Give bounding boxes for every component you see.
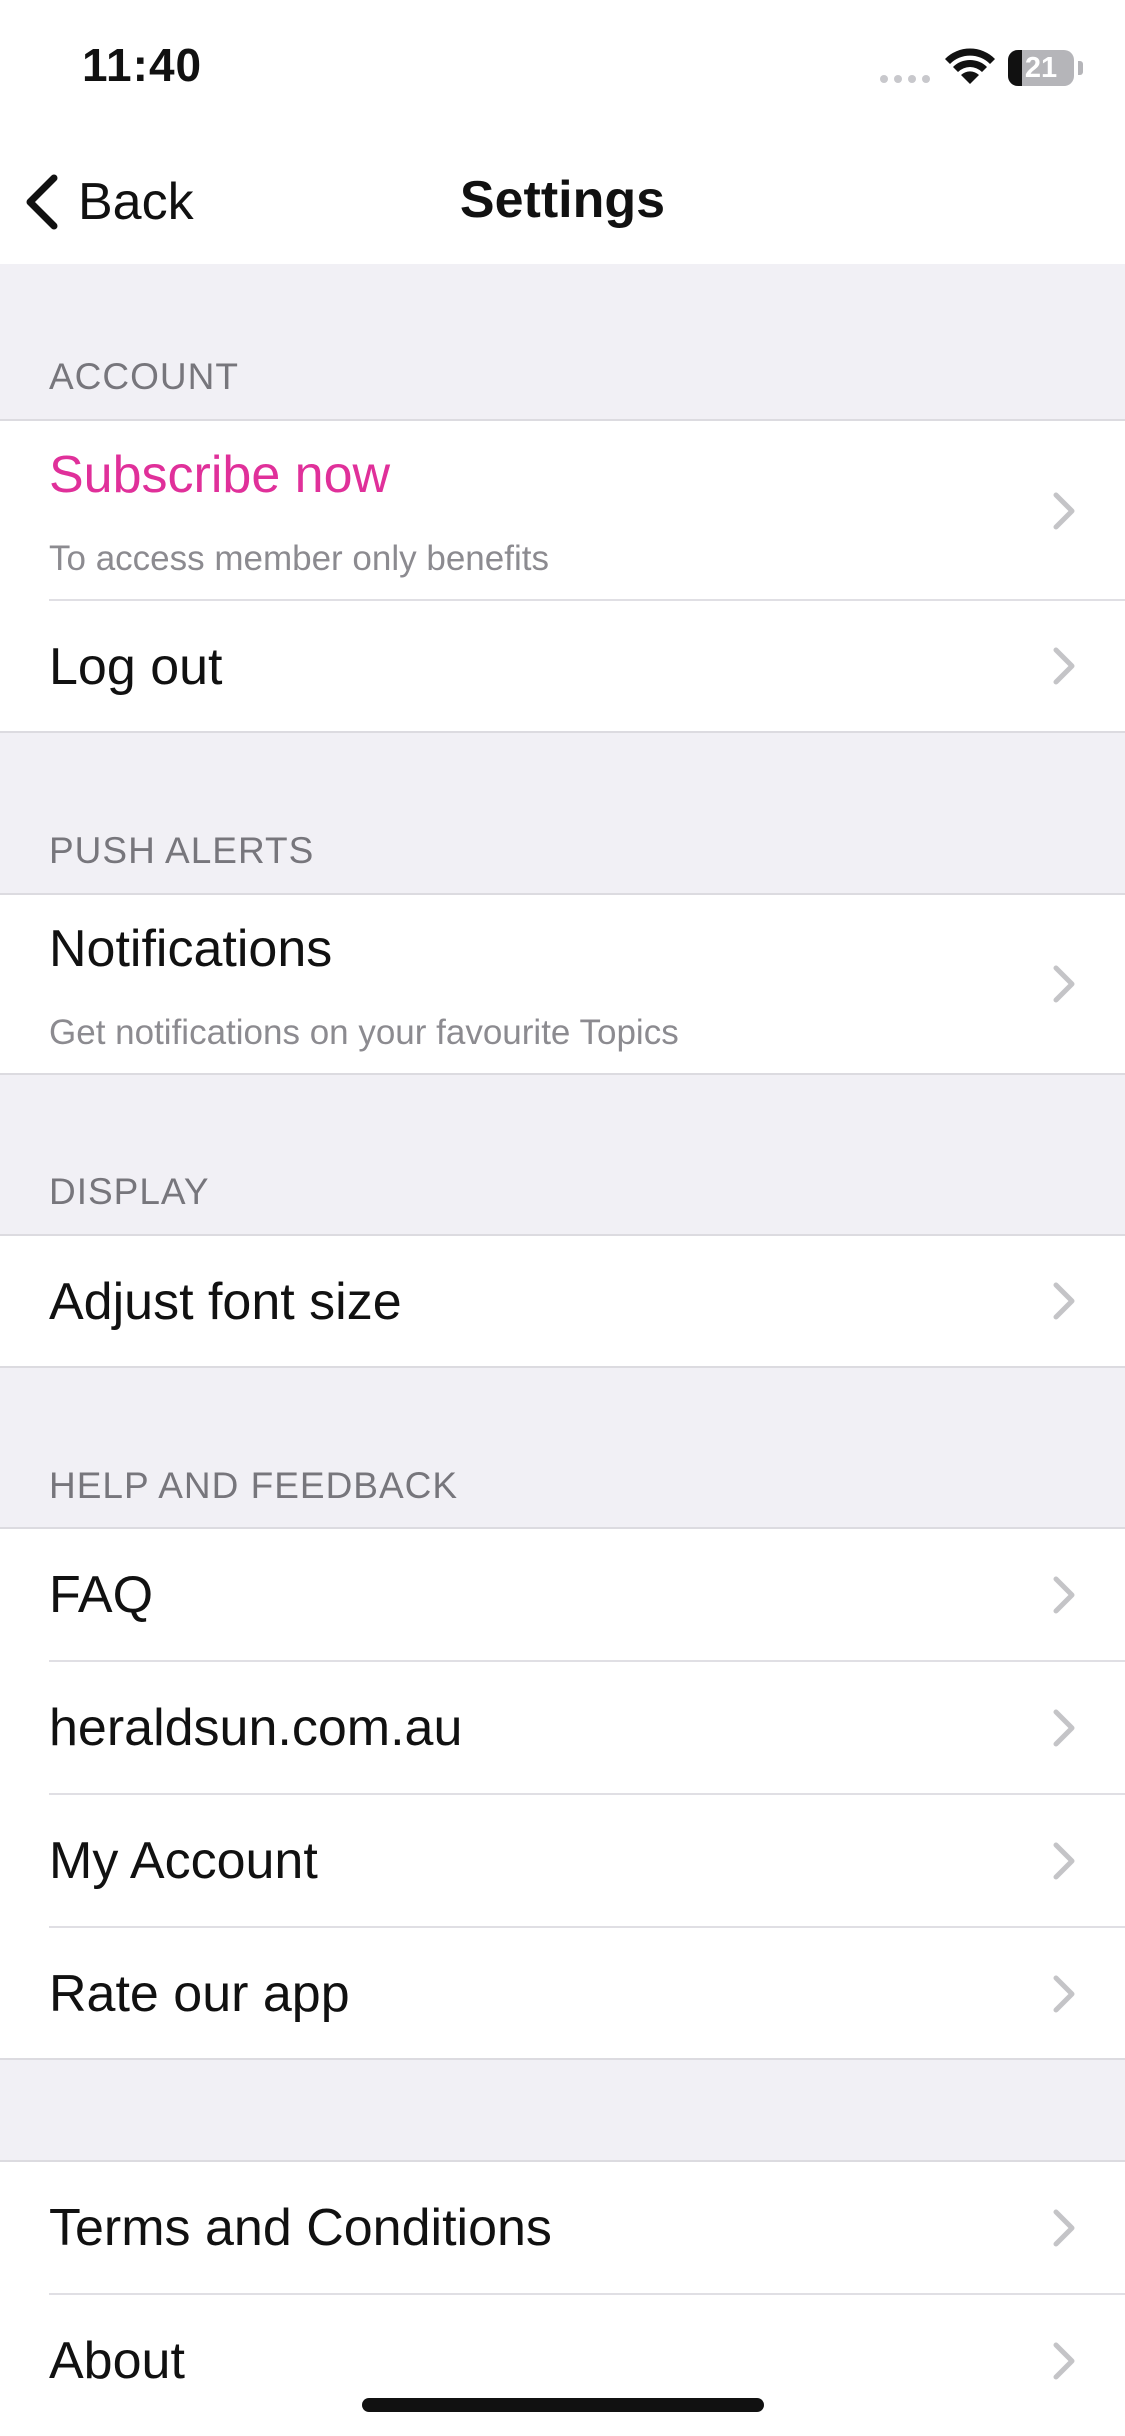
battery-nub (1078, 61, 1083, 75)
display-group: Adjust font size (0, 1234, 1125, 1368)
notifications-title: Notifications (49, 920, 333, 978)
section-header-help: HELP AND FEEDBACK (49, 1465, 459, 1506)
website-row[interactable]: heraldsun.com.au (0, 1662, 1125, 1795)
faq-title: FAQ (49, 1566, 154, 1624)
home-indicator[interactable] (362, 2398, 764, 2412)
chevron-right-icon (1053, 492, 1075, 530)
account-group: Subscribe now To access member only bene… (0, 419, 1125, 733)
status-time: 11:40 (82, 39, 203, 91)
my-account-title: My Account (49, 1832, 318, 1890)
section-header-display: DISPLAY (49, 1171, 210, 1212)
navigation-bar: Back Settings (0, 140, 1125, 264)
subscribe-subtitle: To access member only benefits (49, 539, 549, 578)
terms-row[interactable]: Terms and Conditions (0, 2162, 1125, 2295)
chevron-right-icon (1053, 2342, 1075, 2380)
section-header-account: ACCOUNT (49, 356, 239, 397)
page-title: Settings (459, 171, 666, 229)
chevron-right-icon (1053, 1709, 1075, 1747)
notifications-row[interactable]: Notifications Get notifications on your … (0, 895, 1125, 1073)
battery-icon: 21 (1008, 50, 1074, 86)
chevron-right-icon (1053, 647, 1075, 685)
rate-app-row[interactable]: Rate our app (0, 1928, 1125, 2058)
rate-app-title: Rate our app (49, 1965, 350, 2023)
my-account-row[interactable]: My Account (0, 1795, 1125, 1928)
notifications-subtitle: Get notifications on your favourite Topi… (49, 1013, 679, 1052)
chevron-right-icon (1053, 2209, 1075, 2247)
chevron-right-icon (1053, 1842, 1075, 1880)
faq-row[interactable]: FAQ (0, 1529, 1125, 1662)
status-bar: 11:40 21 (0, 0, 1125, 140)
chevron-right-icon (1053, 965, 1075, 1003)
legal-group: Terms and Conditions About (0, 2160, 1125, 2436)
adjust-font-size-title: Adjust font size (49, 1273, 402, 1331)
adjust-font-size-row[interactable]: Adjust font size (0, 1236, 1125, 1366)
logout-row[interactable]: Log out (0, 601, 1125, 731)
subscribe-title: Subscribe now (49, 446, 391, 504)
logout-title: Log out (49, 638, 223, 696)
chevron-right-icon (1053, 1282, 1075, 1320)
help-group: FAQ heraldsun.com.au My Account Rate our… (0, 1527, 1125, 2060)
chevron-right-icon (1053, 1975, 1075, 2013)
battery-level: 21 (1024, 52, 1058, 84)
subscribe-row[interactable]: Subscribe now To access member only bene… (0, 421, 1125, 601)
chevron-right-icon (1053, 1576, 1075, 1614)
section-header-push-alerts: PUSH ALERTS (49, 830, 315, 871)
push-alerts-group: Notifications Get notifications on your … (0, 893, 1125, 1075)
website-title: heraldsun.com.au (49, 1699, 463, 1757)
about-title: About (49, 2332, 185, 2390)
cellular-signal-icon (880, 75, 930, 83)
wifi-icon (945, 48, 995, 84)
terms-title: Terms and Conditions (49, 2199, 552, 2257)
